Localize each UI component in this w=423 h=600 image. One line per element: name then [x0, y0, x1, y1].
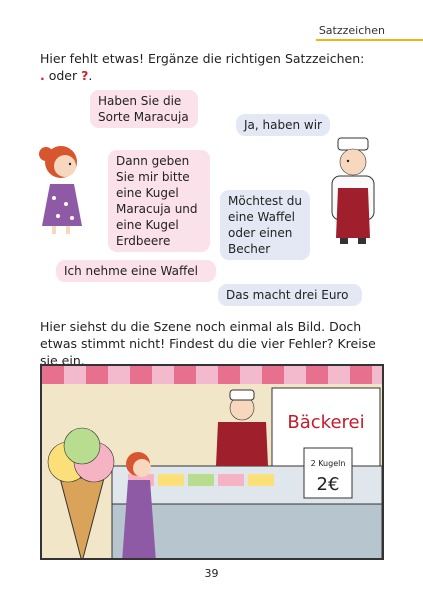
ice-cream-scene: Bäckerei 2 Kugeln 2€	[40, 364, 384, 560]
price-card-line1: 2 Kugeln	[311, 459, 346, 468]
girl-hair-bun	[39, 147, 53, 161]
speech-bubble-girl-2: Dann geben Sie mir bitte eine Kugel Mara…	[108, 150, 210, 252]
header-rule	[316, 39, 423, 41]
seller-hat	[337, 137, 369, 151]
seller-apron	[336, 188, 370, 238]
page-number: 39	[204, 567, 219, 580]
seller-face	[339, 148, 367, 176]
price-card-line2: 2€	[317, 474, 340, 495]
seller-illustration	[331, 137, 375, 244]
girl-eye	[68, 162, 72, 166]
task1-instruction: Hier fehlt etwas! Ergänze die richtigen …	[40, 51, 365, 83]
girl-legs	[52, 226, 56, 234]
shop-sign: Bäckerei	[287, 412, 364, 433]
oder-text: oder	[44, 68, 82, 83]
girl-face	[54, 155, 76, 177]
task2-instruction: Hier siehst du die Szene noch einmal als…	[40, 319, 376, 368]
girl-dress	[42, 184, 82, 226]
task1-line: Hier fehlt etwas! Ergänze die richtigen …	[40, 51, 365, 66]
chapter-title: Satzzeichen	[318, 24, 385, 37]
speech-bubble-seller-2: Möchtest du eine Waffel oder einen Beche…	[220, 190, 310, 260]
speech-bubble-seller-1: Ja, haben wir	[236, 114, 330, 136]
scene-girl	[122, 452, 156, 558]
striped-awning	[42, 366, 382, 384]
page-header: Satzzeichen	[0, 0, 423, 42]
girl-illustration	[39, 146, 82, 234]
speech-bubble-girl-3: Ich nehme eine Waffel	[56, 260, 216, 282]
speech-bubble-girl-1: Haben Sie die Sorte Maracuja	[90, 90, 198, 128]
scene-drawing: Bäckerei 2 Kugeln 2€	[42, 366, 382, 558]
speech-bubble-seller-3: Das macht drei Euro	[218, 284, 362, 306]
scene-seller-body	[216, 422, 268, 466]
